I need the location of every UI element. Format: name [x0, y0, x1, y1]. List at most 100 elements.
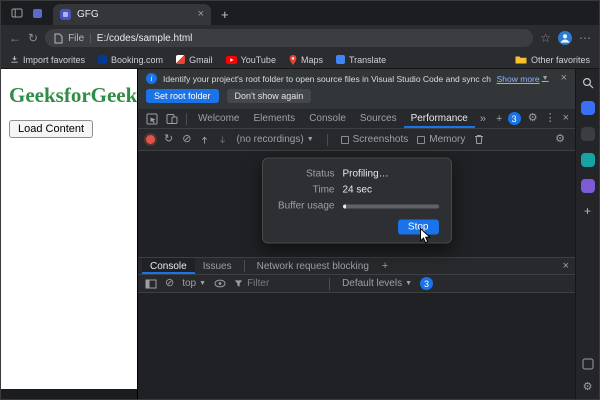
favorites-star-icon[interactable]: ☆ — [540, 32, 551, 44]
set-root-folder-button[interactable]: Set root folder — [146, 89, 219, 103]
trash-icon[interactable] — [474, 134, 484, 145]
workspaces-icon[interactable] — [27, 3, 47, 23]
bookmark-booking[interactable]: Booking.com — [98, 55, 163, 65]
devtools-tab-console[interactable]: Console — [302, 109, 353, 128]
sidebar-app-icon-3[interactable] — [580, 153, 595, 167]
page-area: GeeksforGeeks Load Content — [1, 69, 137, 399]
infobar-close-icon[interactable]: × — [561, 73, 567, 84]
issues-count-badge[interactable]: 3 — [507, 112, 521, 125]
drawer-tab-network-request-blocking[interactable]: Network request blocking — [249, 258, 377, 274]
load-profile-icon[interactable] — [200, 135, 209, 145]
context-selector[interactable]: top ▼ — [182, 278, 206, 289]
load-content-button[interactable]: Load Content — [9, 120, 94, 138]
console-sidebar-icon[interactable] — [145, 279, 157, 289]
tab-close-icon[interactable]: × — [198, 9, 204, 20]
back-icon[interactable]: ← — [9, 32, 21, 44]
devtools-close-icon[interactable]: × — [563, 113, 569, 124]
save-profile-icon[interactable] — [218, 135, 227, 145]
youtube-icon — [225, 55, 237, 64]
devtools-tab-elements[interactable]: Elements — [247, 109, 303, 128]
chevron-down-icon: ▼ — [541, 75, 549, 82]
other-favorites[interactable]: Other favorites — [515, 55, 590, 65]
show-more-label: Show more — [496, 73, 540, 84]
reload-and-record-icon[interactable]: ↻ — [164, 134, 173, 145]
divider — [186, 112, 187, 125]
console-issues-badge[interactable]: 3 — [420, 277, 434, 290]
profiling-dialog: Status Profiling… Time 24 sec Buffer usa… — [261, 157, 452, 244]
sidebar-settings-icon[interactable]: ⚙ — [583, 382, 593, 393]
capture-settings-icon[interactable]: ⚙ — [555, 134, 565, 145]
bookmark-label: Translate — [348, 54, 387, 65]
profile-avatar[interactable] — [558, 31, 572, 45]
console-toolbar: ⊘ top ▼ Default levels ▼ — [138, 275, 575, 293]
clear-console-icon[interactable]: ⊘ — [165, 278, 174, 289]
performance-panel: Status Profiling… Time 24 sec Buffer usa… — [138, 151, 575, 257]
context-label: top — [182, 278, 197, 289]
sidebar-app-icon-2[interactable] — [580, 127, 595, 141]
drawer-tab-issues[interactable]: Issues — [195, 258, 240, 274]
add-panel-icon[interactable]: + — [491, 113, 507, 125]
clear-recordings-icon[interactable]: ⊘ — [182, 134, 191, 145]
url-text: E:/codes/sample.html — [96, 32, 193, 44]
infobar-message: Identify your project's root folder to o… — [163, 73, 491, 84]
drawer-close-icon[interactable]: × — [563, 260, 569, 272]
booking-icon — [98, 55, 108, 64]
filter-box[interactable] — [234, 278, 318, 289]
dont-show-again-button[interactable]: Don't show again — [226, 89, 312, 103]
sidebar-app-icon-1[interactable] — [580, 101, 595, 115]
browser-tab[interactable]: GFG × — [53, 4, 211, 25]
device-toolbar-icon[interactable] — [162, 113, 182, 125]
sidebar-add-icon[interactable]: + — [584, 205, 591, 217]
filter-funnel-icon — [234, 279, 243, 288]
devtools-tab-performance[interactable]: Performance — [404, 109, 475, 128]
devtools-settings-icon[interactable]: ⚙ — [528, 113, 538, 124]
folder-icon — [515, 55, 527, 64]
maps-icon — [289, 54, 297, 65]
inspect-icon[interactable] — [142, 113, 162, 125]
tab-actions-icon[interactable] — [7, 3, 27, 23]
sidebar-app-icon-4[interactable] — [580, 179, 595, 193]
screenshots-checkbox[interactable] — [340, 135, 349, 144]
page-document: GeeksforGeeks Load Content — [1, 69, 137, 389]
url-scheme: File — [68, 32, 85, 44]
tab-title: GFG — [77, 9, 99, 20]
time-value: 24 sec — [342, 184, 372, 196]
devtools-tab-sources[interactable]: Sources — [353, 109, 404, 128]
drawer-add-tab-icon[interactable]: + — [377, 260, 393, 272]
screenshots-toggle[interactable]: Screenshots — [340, 134, 409, 145]
bookmark-maps[interactable]: Maps — [289, 54, 323, 65]
bookmark-label: Gmail — [189, 54, 213, 65]
record-button[interactable] — [146, 135, 155, 144]
bookmark-translate[interactable]: Translate — [335, 54, 387, 65]
bookmark-gmail[interactable]: Gmail — [176, 55, 213, 65]
filter-input[interactable] — [247, 278, 318, 289]
devtools-infobar: i Identify your project's root folder to… — [138, 69, 575, 109]
recordings-dropdown[interactable]: (no recordings) ▼ — [236, 134, 313, 145]
log-levels-dropdown[interactable]: Default levels ▼ — [342, 278, 412, 289]
bookmark-youtube[interactable]: YouTube — [225, 54, 276, 65]
address-bar[interactable]: File | E:/codes/sample.html — [45, 29, 534, 47]
refresh-icon[interactable]: ↻ — [28, 32, 38, 44]
screenshots-label: Screenshots — [352, 134, 409, 145]
browser-menu-icon[interactable]: ⋯ — [579, 32, 591, 44]
memory-checkbox[interactable] — [417, 135, 426, 144]
show-more-link[interactable]: Show more ▼ — [497, 74, 549, 84]
memory-toggle[interactable]: Memory — [417, 134, 465, 145]
performance-toolbar: ↻ ⊘ (no recordings) ▼ Screenshots Memory… — [138, 129, 575, 151]
devtools-menu-icon[interactable]: ⋮ — [545, 113, 556, 124]
edge-sidebar: + ⚙ — [575, 69, 599, 399]
sidebar-panel-icon[interactable] — [582, 358, 594, 370]
drawer-tab-console[interactable]: Console — [142, 258, 195, 274]
buffer-usage-bar — [342, 204, 439, 209]
devtools-tab-welcome[interactable]: Welcome — [191, 109, 247, 128]
sidebar-search-icon[interactable] — [582, 77, 594, 89]
url-separator: | — [89, 32, 92, 44]
chevron-down-icon: ▼ — [405, 280, 413, 287]
more-tabs-icon[interactable]: » — [475, 113, 491, 125]
chevron-down-icon: ▼ — [199, 280, 207, 287]
new-tab-button[interactable]: + — [221, 8, 229, 21]
bookmark-label: YouTube — [240, 54, 276, 65]
eye-icon[interactable] — [214, 279, 226, 288]
bookmark-import-favorites[interactable]: Import favorites — [10, 55, 85, 65]
bookmarks-bar: Import favorites Booking.com Gmail YouTu… — [1, 51, 599, 69]
